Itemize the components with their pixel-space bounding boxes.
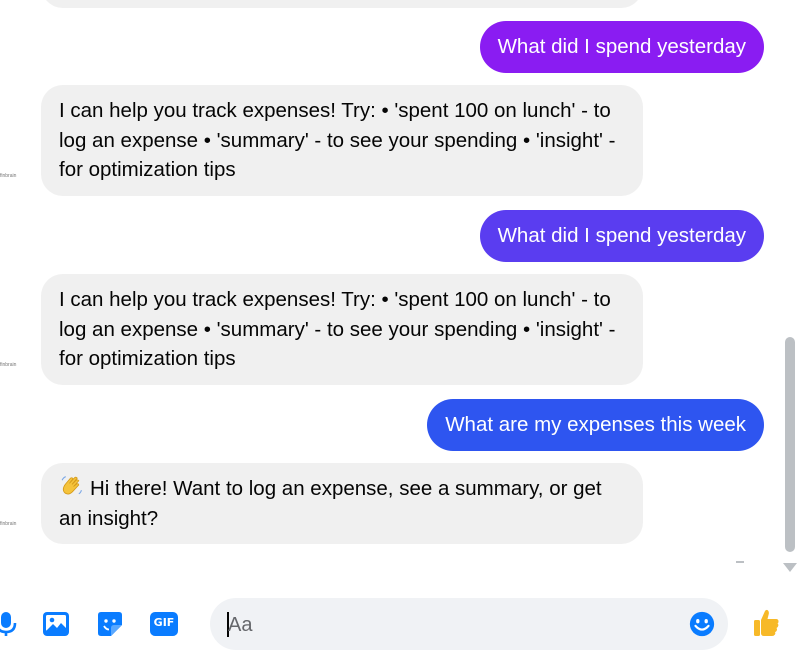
- bot-avatar: finbrain: [0, 521, 17, 527]
- photo-icon[interactable]: [41, 609, 71, 639]
- sticker-icon[interactable]: [95, 609, 125, 639]
- emoji-icon[interactable]: [688, 610, 716, 638]
- message-input[interactable]: [226, 598, 680, 652]
- scrollbar[interactable]: [783, 0, 797, 575]
- bot-message: I can help you track expenses! Try: • 's…: [41, 274, 643, 385]
- user-message: What are my expenses this week: [427, 399, 764, 451]
- scrollbar-thumb[interactable]: [785, 337, 795, 552]
- gif-label: GIF: [153, 616, 175, 629]
- divider: [736, 561, 744, 563]
- thumbs-up-icon[interactable]: [750, 607, 782, 639]
- bot-message: I can help you track expenses! Try: • 's…: [41, 85, 643, 196]
- gif-icon[interactable]: GIF: [149, 609, 179, 639]
- user-message: What did I spend yesterday: [479, 21, 764, 73]
- message-composer: GIF: [0, 590, 810, 657]
- microphone-icon[interactable]: [0, 609, 22, 639]
- message-bubble-previous: [41, 0, 643, 8]
- bot-avatar: finbrain: [0, 362, 17, 368]
- scroll-down-arrow-icon[interactable]: [783, 563, 797, 572]
- bot-avatar: finbrain: [0, 173, 17, 179]
- waving-hand-icon: [61, 476, 82, 495]
- bot-message-text: Hi there! Want to log an expense, see a …: [59, 477, 602, 530]
- bot-message: Hi there! Want to log an expense, see a …: [41, 463, 643, 544]
- message-thread[interactable]: What did I spend yesterday finbrain I ca…: [0, 0, 780, 575]
- message-input-container[interactable]: [210, 598, 728, 652]
- user-message: What did I spend yesterday: [479, 210, 764, 262]
